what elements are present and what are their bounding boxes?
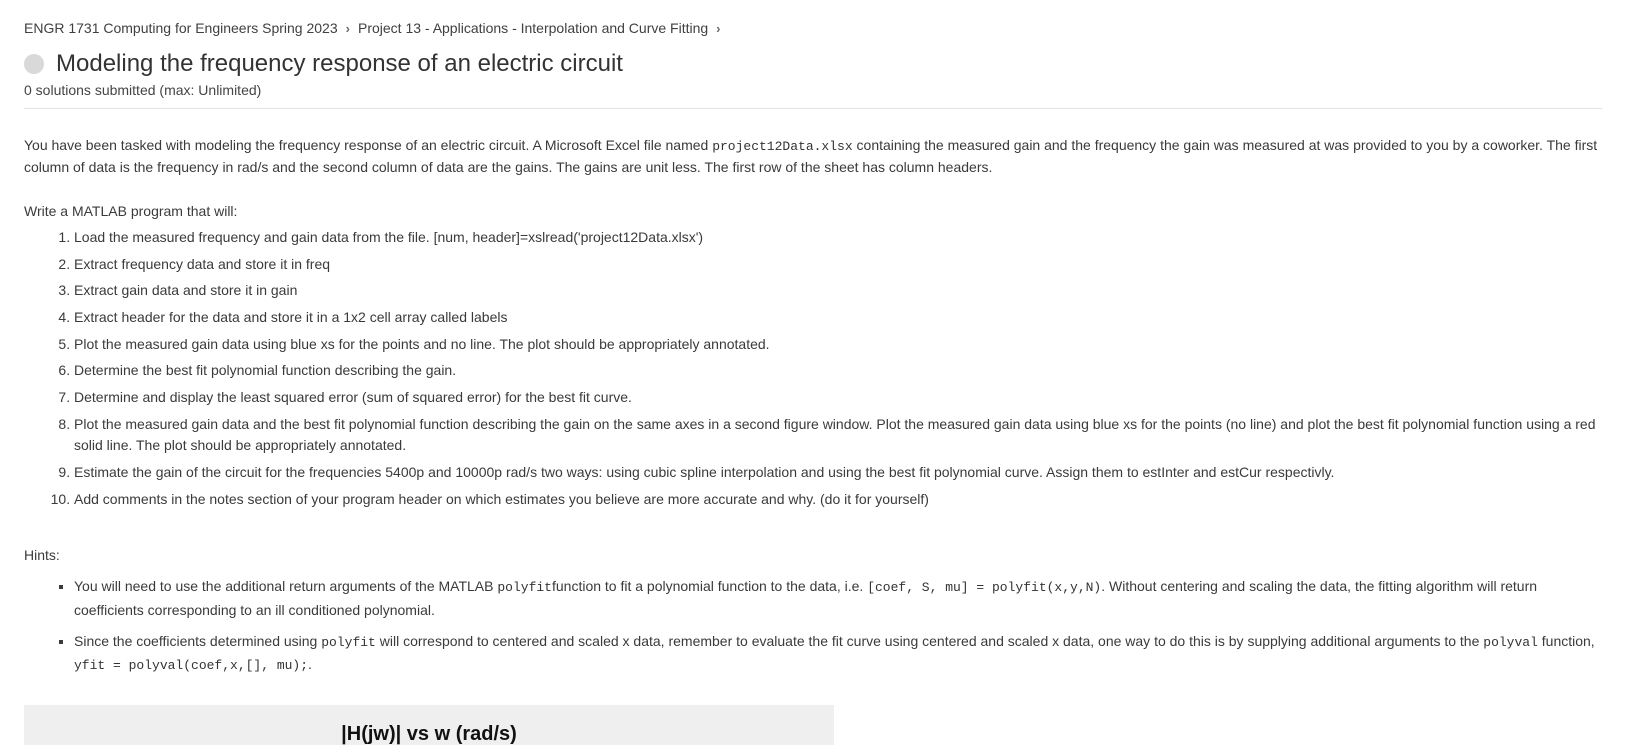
- step-item: Load the measured frequency and gain dat…: [74, 227, 1602, 254]
- step-item: Add comments in the notes section of you…: [74, 489, 1602, 516]
- chevron-right-icon: ›: [716, 21, 720, 36]
- figure-title: |H(jw)| vs w (rad/s): [24, 705, 834, 745]
- write-instruction: Write a MATLAB program that will:: [24, 203, 1602, 219]
- intro-paragraph: You have been tasked with modeling the f…: [24, 135, 1602, 179]
- hint-text: .: [308, 656, 312, 672]
- hint-text: function to fit a polynomial function to…: [552, 578, 867, 594]
- hint-item: You will need to use the additional retu…: [74, 575, 1602, 629]
- breadcrumb-project[interactable]: Project 13 - Applications - Interpolatio…: [358, 20, 708, 36]
- code-polyval-call: yfit = polyval(coef,x,[], mu);: [74, 658, 308, 673]
- hints-label: Hints:: [24, 547, 1602, 563]
- intro-text-a: You have been tasked with modeling the f…: [24, 137, 712, 153]
- step-item: Plot the measured gain data using blue x…: [74, 334, 1602, 361]
- code-polyfit: polyfit: [321, 635, 376, 650]
- step-item: Extract gain data and store it in gain: [74, 280, 1602, 307]
- step-item: Determine the best fit polynomial functi…: [74, 360, 1602, 387]
- chevron-right-icon: ›: [346, 21, 350, 36]
- step-item: Extract header for the data and store it…: [74, 307, 1602, 334]
- status-dot-icon: [24, 54, 44, 74]
- step-item: Plot the measured gain data and the best…: [74, 414, 1602, 462]
- hints-list: You will need to use the additional retu…: [74, 575, 1602, 685]
- solutions-count: 0 solutions submitted (max: Unlimited): [24, 82, 1602, 98]
- code-polyval: polyval: [1483, 635, 1538, 650]
- step-item: Extract frequency data and store it in f…: [74, 254, 1602, 281]
- divider: [24, 108, 1602, 109]
- breadcrumb: ENGR 1731 Computing for Engineers Spring…: [24, 20, 1602, 36]
- steps-list: Load the measured frequency and gain dat…: [74, 227, 1602, 516]
- hint-text: function,: [1538, 633, 1595, 649]
- breadcrumb-course[interactable]: ENGR 1731 Computing for Engineers Spring…: [24, 20, 338, 36]
- step-item: Determine and display the least squared …: [74, 387, 1602, 414]
- code-polyfit: polyfit: [497, 580, 552, 595]
- hint-text: You will need to use the additional retu…: [74, 578, 497, 594]
- code-polyfit-call: [coef, S, mu] = polyfit(x,y,N): [867, 580, 1101, 595]
- step-item: Estimate the gain of the circuit for the…: [74, 462, 1602, 489]
- file-name-code: project12Data.xlsx: [712, 139, 852, 154]
- hint-item: Since the coefficients determined using …: [74, 630, 1602, 686]
- hint-text: Since the coefficients determined using: [74, 633, 321, 649]
- page-title: Modeling the frequency response of an el…: [56, 50, 623, 78]
- hint-text: will correspond to centered and scaled x…: [376, 633, 1483, 649]
